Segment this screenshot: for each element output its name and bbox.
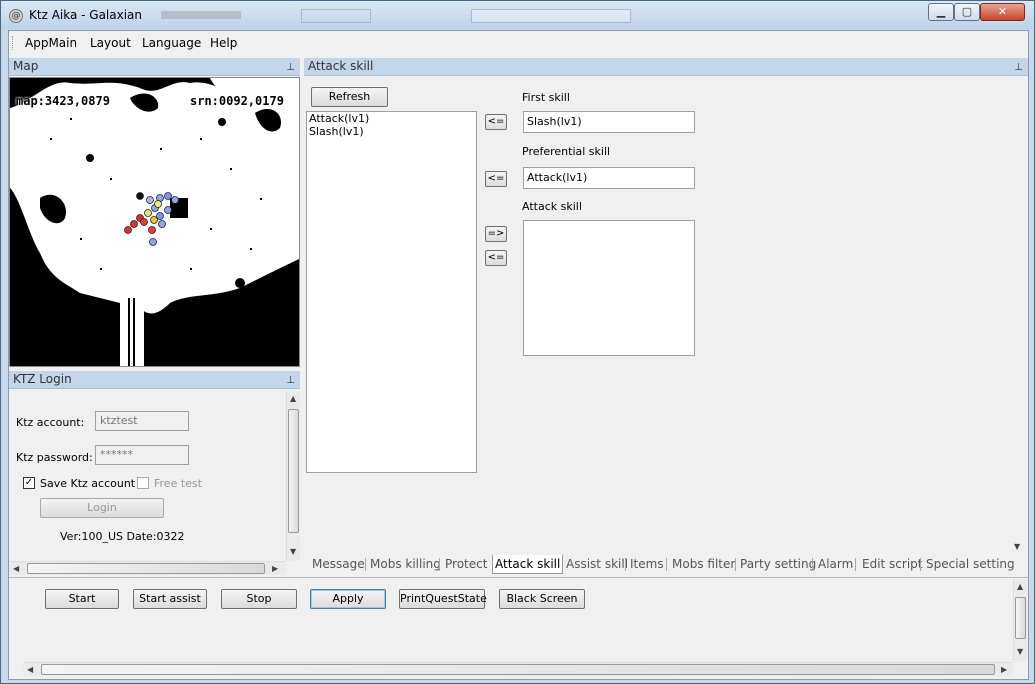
map-panel-header: Map ⊥ [9,58,300,76]
maximize-button[interactable]: ▢ [954,3,980,21]
attack-skill-panel: Attack skill ⊥ Refresh Attack(lv1) Slash… [304,58,1028,553]
control-panel: Start Start assist Stop Apply PrintQuest… [9,577,1028,679]
login-panel: KTZ Login ⊥ Ktz account: ktztest Ktz pas… [9,371,300,576]
tab-message[interactable]: Message [310,555,367,574]
add-attack-skill-button[interactable]: => [485,226,507,242]
minimize-button[interactable]: ▁ [928,3,954,21]
title-bar: @ Ktz Aika - Galaxian ▁ ▢ ✕ [1,1,1034,29]
bottom-horizontal-scrollbar[interactable]: ◀ ▶ [23,662,1013,676]
scroll-up-icon[interactable]: ▲ [290,394,296,403]
remove-attack-skill-button[interactable]: <= [485,250,507,266]
first-skill-field[interactable]: Slash(lv1) [523,111,695,133]
stop-button[interactable]: Stop [221,589,297,609]
login-button[interactable]: Login [40,498,164,518]
bottom-vertical-scrollbar[interactable]: ▲ ▼ [1013,579,1027,661]
free-test-checkbox[interactable] [137,477,149,489]
scroll-right-icon[interactable]: ▶ [272,564,278,573]
available-skills-list[interactable]: Attack(lv1) Slash(lv1) [306,111,477,473]
first-skill-label: First skill [522,91,570,104]
menu-help[interactable]: Help [210,36,237,50]
background-window-ghost [161,7,631,25]
scroll-thumb[interactable] [41,664,995,675]
scroll-down-icon[interactable]: ▼ [290,547,296,556]
menu-layout[interactable]: Layout [90,36,131,50]
attack-skill-label: Attack skill [522,200,582,213]
scroll-thumb[interactable] [288,409,299,533]
login-body: Ktz account: ktztest Ktz password: *****… [9,390,300,566]
preferential-skill-label: Preferential skill [522,145,611,158]
tab-strip: Message Mobs killing Protect Attack skil… [304,553,1028,575]
list-item[interactable]: Slash(lv1) [307,125,476,138]
scroll-thumb[interactable] [1015,597,1026,639]
map-canvas[interactable]: map:3423,0879 srn:0092,0179 [9,77,300,367]
scroll-left-icon[interactable]: ◀ [27,665,33,674]
map-panel: Map ⊥ map:3423,0879 srn:0092,0179 [9,58,300,368]
black-screen-button[interactable]: Black Screen [499,589,585,609]
scroll-down-icon[interactable]: ▼ [1017,647,1023,656]
menu-bar: AppMain Layout Language Help [9,31,1028,55]
maximize-icon: ▢ [961,5,973,18]
login-horizontal-scrollbar[interactable]: ◀ ▶ [9,561,286,575]
menu-grip [12,36,15,50]
attack-skill-title: Attack skill [308,59,374,73]
map-coordinates: map:3423,0879 [16,94,110,108]
close-button[interactable]: ✕ [980,3,1025,21]
account-label: Ktz account: [16,416,85,429]
tab-attack-skill[interactable]: Attack skill [492,555,564,574]
app-icon: @ [9,9,23,23]
pin-icon[interactable]: ⊥ [286,59,295,76]
client-area: AppMain Layout Language Help Map ⊥ map:3… [8,30,1029,680]
tab-items[interactable]: Items [628,555,666,574]
tab-alarm[interactable]: Alarm [816,555,855,574]
password-label: Ktz password: [16,451,93,464]
free-test-label: Free test [154,477,202,490]
tab-party-setting[interactable]: Party setting [738,555,818,574]
save-account-checkbox[interactable]: ✓ [23,477,35,489]
attack-skill-list[interactable] [523,220,695,356]
start-assist-button[interactable]: Start assist [133,589,207,609]
menu-language[interactable]: Language [142,36,201,50]
window-title: Ktz Aika - Galaxian [29,8,143,22]
preferential-skill-field[interactable]: Attack(lv1) [523,167,695,189]
scroll-down-icon[interactable]: ▼ [1014,542,1020,551]
tab-special-setting[interactable]: Special setting [924,555,1017,574]
scroll-left-icon[interactable]: ◀ [13,564,19,573]
attack-skill-header: Attack skill ⊥ [304,58,1028,76]
refresh-button[interactable]: Refresh [311,87,388,107]
password-input[interactable]: ****** [95,445,189,465]
scroll-thumb[interactable] [27,563,265,574]
save-account-label: Save Ktz account [40,477,136,490]
account-input[interactable]: ktztest [95,411,189,431]
scroll-up-icon[interactable]: ▲ [1017,582,1023,591]
screen-coordinates: srn:0092,0179 [190,94,284,108]
map-terrain [10,78,299,366]
app-window: @ Ktz Aika - Galaxian ▁ ▢ ✕ AppMain Layo… [0,0,1035,684]
menu-appmain[interactable]: AppMain [25,36,77,50]
pin-icon[interactable]: ⊥ [1014,59,1023,76]
version-text: Ver:100_US Date:0322 [60,530,185,543]
close-icon: ✕ [997,5,1008,18]
pin-icon[interactable]: ⊥ [286,372,295,389]
minimize-icon: ▁ [936,5,946,18]
login-vertical-scrollbar[interactable]: ▲ ▼ [286,391,300,561]
tab-protect[interactable]: Protect [443,555,489,574]
tab-assist-skill[interactable]: Assist skill [564,555,630,574]
tab-edit-script[interactable]: Edit script [860,555,925,574]
set-preferential-skill-button[interactable]: <= [485,171,507,187]
print-quest-state-button[interactable]: PrintQuestState [399,589,487,609]
tab-mobs-filter[interactable]: Mobs filter [670,555,737,574]
tab-mobs-killing[interactable]: Mobs killing [368,555,443,574]
start-button[interactable]: Start [45,589,119,609]
scroll-right-icon[interactable]: ▶ [1001,665,1007,674]
map-panel-title: Map [13,59,39,73]
set-first-skill-button[interactable]: <= [485,114,507,130]
list-item[interactable]: Attack(lv1) [307,112,476,125]
apply-button[interactable]: Apply [310,589,386,609]
login-panel-title: KTZ Login [13,372,72,386]
login-panel-header: KTZ Login ⊥ [9,371,300,389]
